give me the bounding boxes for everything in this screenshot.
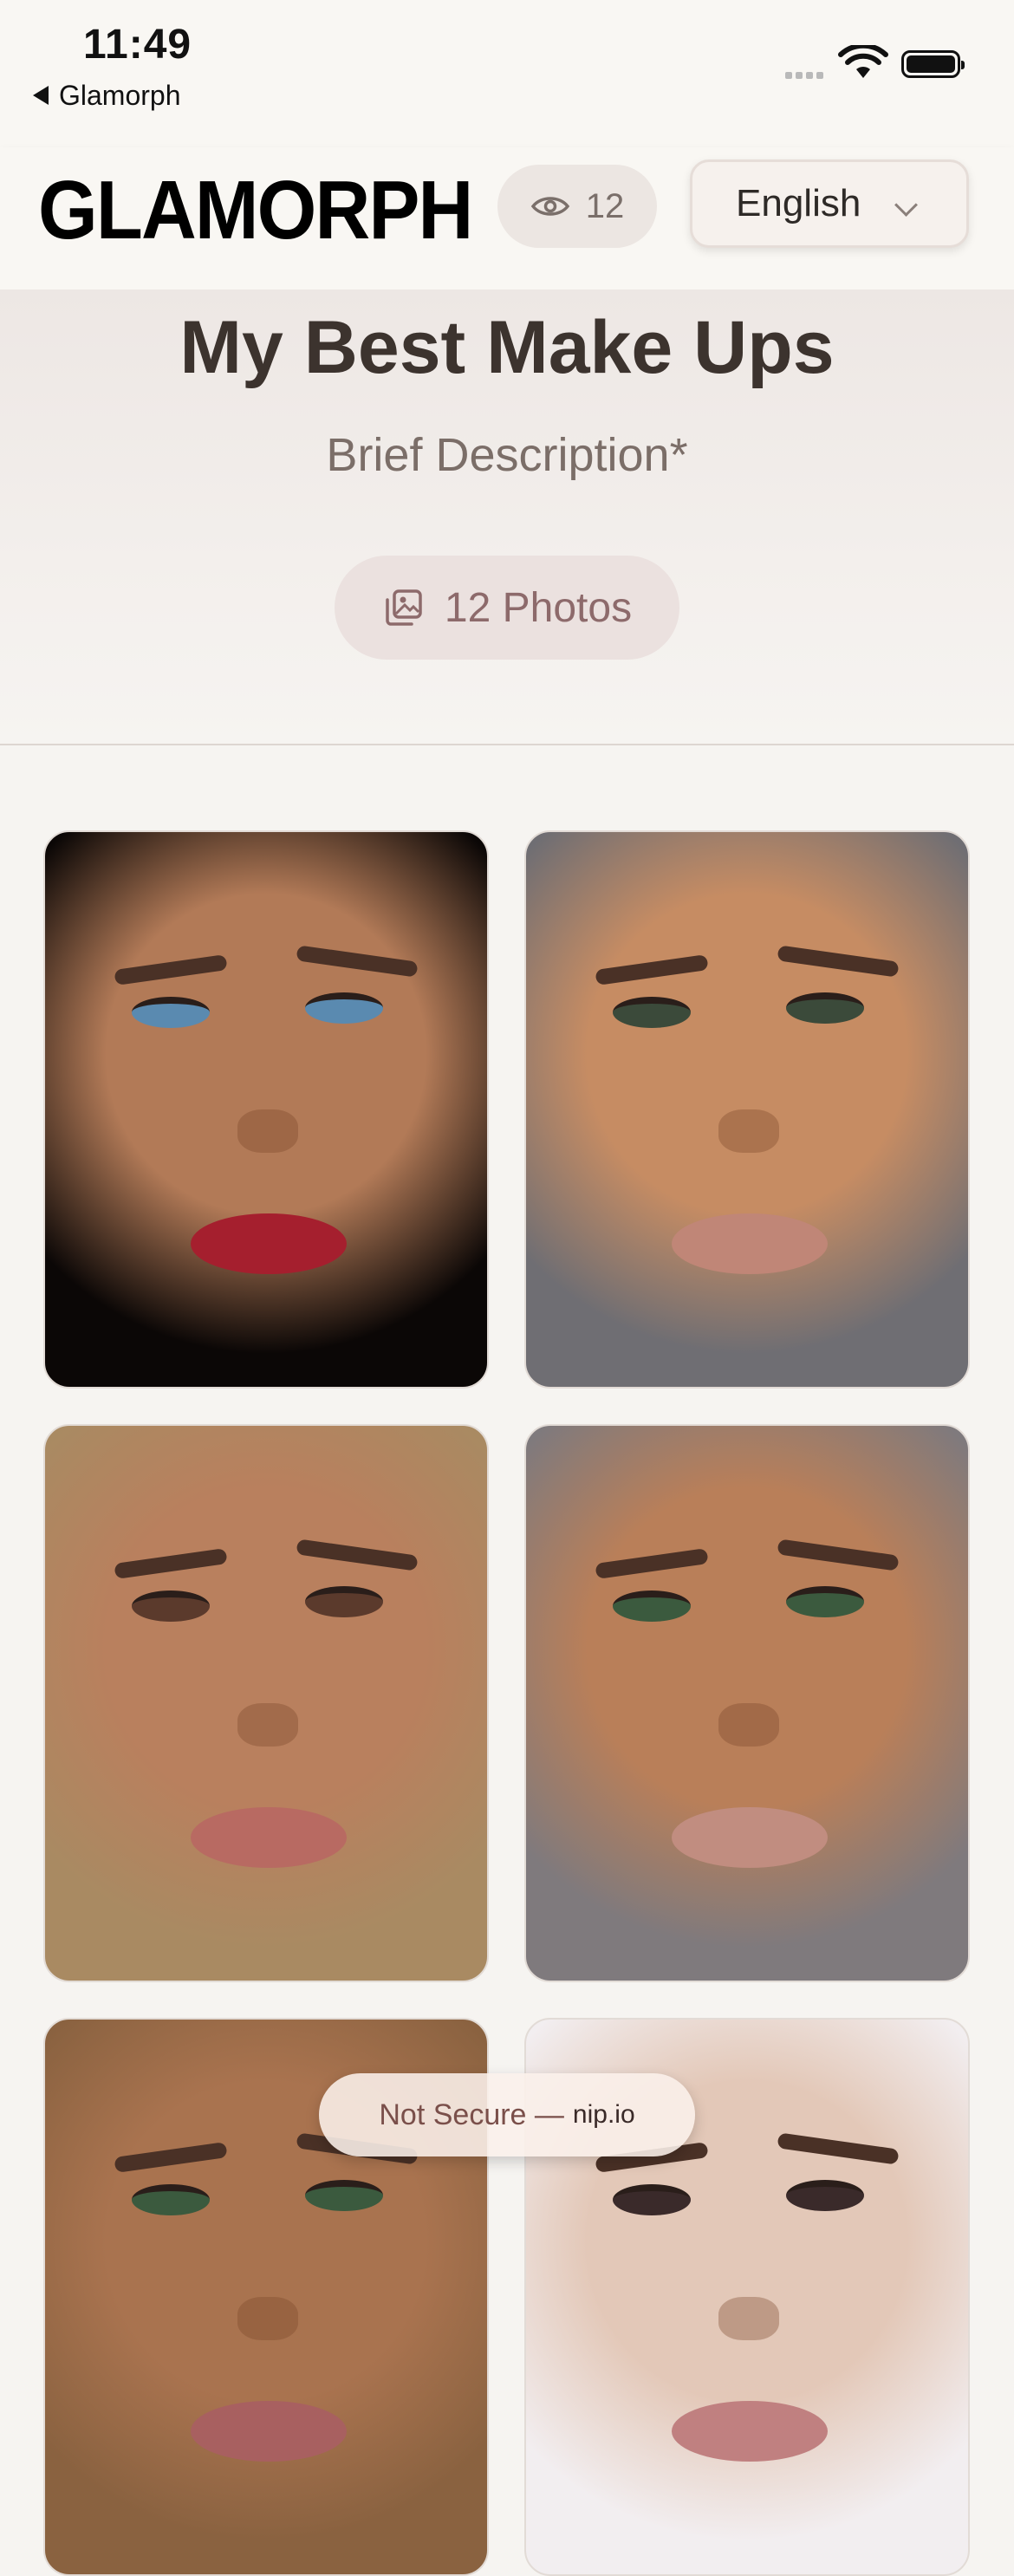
gallery-photo[interactable] (524, 830, 970, 1389)
photo-detail (672, 1807, 828, 1868)
photo-detail (613, 2184, 691, 2215)
photo-detail (114, 1548, 228, 1579)
photo-detail (718, 2297, 779, 2340)
photo-detail (672, 2401, 828, 2462)
photo-detail (718, 1703, 779, 1747)
gallery-photo[interactable] (43, 830, 489, 1389)
photo-detail (305, 1586, 383, 1617)
photo-detail (132, 997, 210, 1028)
chevron-down-icon (894, 193, 918, 217)
photo-detail (595, 954, 709, 986)
back-to-app[interactable]: Glamorph (33, 80, 181, 112)
view-count: 12 (585, 186, 625, 225)
photo-detail (132, 1590, 210, 1622)
photo-detail (191, 1213, 347, 1274)
cellular-signal-icon (785, 68, 827, 83)
language-select[interactable]: English (690, 159, 969, 248)
photo-detail (786, 2180, 864, 2211)
wifi-icon (838, 45, 888, 78)
photo-detail (595, 1548, 709, 1579)
photo-detail (237, 1109, 298, 1153)
photo-detail (114, 2142, 228, 2173)
back-arrow-icon (33, 85, 49, 105)
photo-detail (132, 2184, 210, 2215)
photo-detail (114, 954, 228, 986)
back-app-label: Glamorph (59, 80, 181, 111)
album-hero: My Best Make Ups Brief Description* 12 P… (0, 289, 1014, 745)
status-bar: 11:49 Glamorph (0, 0, 1014, 147)
browser-url-bar[interactable]: Not Secure — nip.io (319, 2073, 695, 2156)
gallery-photo[interactable] (43, 1424, 489, 1982)
photo-detail (786, 992, 864, 1024)
photo-detail (613, 1590, 691, 1622)
album-description: Brief Description* (326, 429, 688, 481)
security-label: Not Secure — (379, 2098, 564, 2131)
clock: 11:49 (83, 22, 192, 68)
photo-detail (777, 945, 900, 978)
site-header: GLAMORPH 12 English (0, 147, 1014, 291)
photo-count-button[interactable]: 12 Photos (335, 556, 679, 660)
page-title: My Best Make Ups (179, 306, 835, 389)
battery-icon (901, 50, 965, 78)
eye-icon (530, 197, 569, 216)
photo-detail (305, 992, 383, 1024)
language-value: English (736, 182, 861, 224)
photo-detail (191, 1807, 347, 1868)
view-count-badge: 12 (497, 165, 657, 248)
photo-count-label: 12 Photos (444, 584, 633, 631)
photo-detail (296, 945, 419, 978)
photo-detail (718, 1109, 779, 1153)
photo-detail (786, 1586, 864, 1617)
gallery-photo[interactable] (524, 1424, 970, 1982)
photo-detail (305, 2180, 383, 2211)
photo-detail (777, 2132, 900, 2165)
photo-detail (191, 2401, 347, 2462)
photo-detail (672, 1213, 828, 1274)
photo-detail (777, 1538, 900, 1571)
photo-detail (613, 997, 691, 1028)
url-host: nip.io (572, 2100, 635, 2129)
photos-icon (386, 589, 422, 626)
logo[interactable]: GLAMORPH (38, 163, 473, 258)
photo-detail (237, 2297, 298, 2340)
photo-detail (296, 1538, 419, 1571)
photo-detail (237, 1703, 298, 1747)
